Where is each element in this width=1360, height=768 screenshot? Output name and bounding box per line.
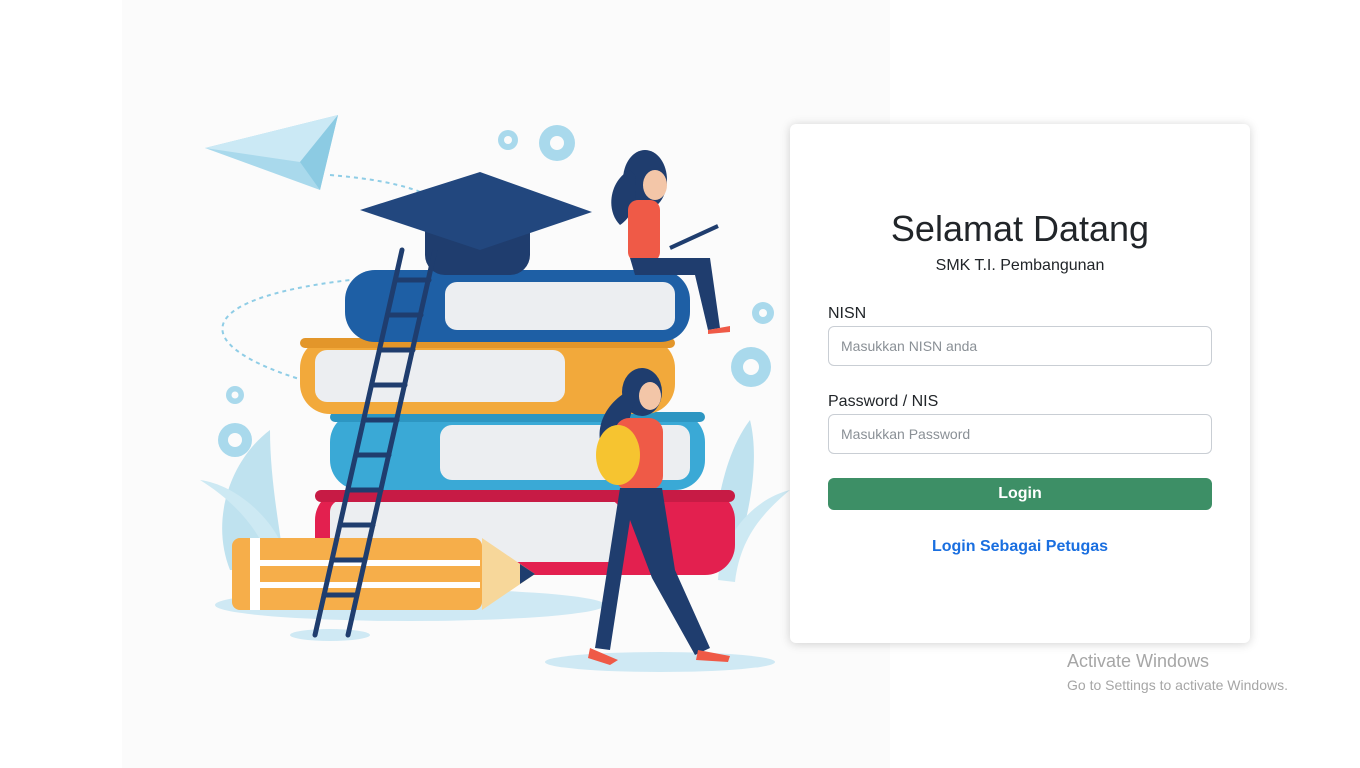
activate-windows-subtitle: Go to Settings to activate Windows.	[1067, 677, 1288, 693]
nisn-label: NISN	[828, 305, 867, 322]
pencil-icon	[232, 538, 535, 610]
nisn-input[interactable]	[828, 326, 1212, 366]
page-title: Selamat Datang	[890, 208, 1150, 249]
password-label: Password / NIS	[828, 393, 939, 410]
activate-windows-title: Activate Windows	[1067, 651, 1210, 671]
password-input[interactable]	[828, 414, 1212, 454]
login-petugas-link[interactable]: Login Sebagai Petugas	[828, 538, 1212, 556]
login-button[interactable]: Login	[828, 478, 1212, 510]
education-illustration	[200, 115, 790, 672]
school-name: SMK T.I. Pembangunan	[935, 257, 1105, 274]
graduation-cap-icon	[360, 172, 592, 275]
login-card	[790, 124, 1250, 643]
paper-plane-icon	[205, 115, 338, 190]
